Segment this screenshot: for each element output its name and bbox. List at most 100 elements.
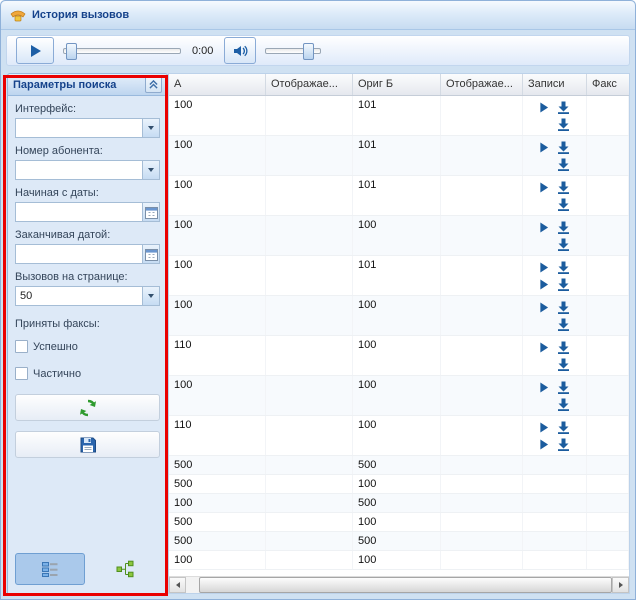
cell-a: 500 xyxy=(169,456,266,474)
download-recording-icon[interactable] xyxy=(557,301,570,314)
subscriber-number-input[interactable] xyxy=(15,160,142,180)
table-row[interactable]: 100101 xyxy=(169,256,629,296)
download-recording-icon[interactable] xyxy=(557,358,570,371)
cell-orig-b: 101 xyxy=(353,256,441,295)
download-recording-icon[interactable] xyxy=(557,261,570,274)
chevron-down-icon[interactable] xyxy=(142,118,160,138)
start-date-field[interactable] xyxy=(15,202,160,222)
download-recording-icon[interactable] xyxy=(557,381,570,394)
play-recording-icon[interactable] xyxy=(539,382,549,393)
download-recording-icon[interactable] xyxy=(557,198,570,211)
checkbox-success-label: Успешно xyxy=(33,341,78,353)
volume-button[interactable] xyxy=(224,37,256,64)
table-row[interactable]: 100100 xyxy=(169,296,629,336)
play-recording-icon[interactable] xyxy=(539,302,549,313)
save-button[interactable] xyxy=(15,431,160,458)
table-row[interactable]: 100100 xyxy=(169,216,629,256)
end-date-input[interactable] xyxy=(15,244,142,264)
call-history-window: История вызовов 0:00 Параметры поиск xyxy=(0,0,636,600)
interface-input[interactable] xyxy=(15,118,142,138)
cell-display-b xyxy=(441,475,523,493)
volume-slider[interactable] xyxy=(265,41,321,60)
column-header-display-b[interactable]: Отображае... xyxy=(441,74,523,95)
calendar-icon[interactable] xyxy=(142,244,160,264)
column-header-display-a[interactable]: Отображае... xyxy=(266,74,353,95)
download-recording-icon[interactable] xyxy=(557,101,570,114)
collapse-panel-button[interactable] xyxy=(145,76,162,93)
cell-orig-b: 100 xyxy=(353,296,441,335)
play-recording-icon[interactable] xyxy=(539,279,549,290)
download-recording-icon[interactable] xyxy=(557,438,570,451)
column-header-orig-b[interactable]: Ориг Б xyxy=(353,74,441,95)
table-row[interactable]: 100101 xyxy=(169,176,629,216)
interface-combobox[interactable] xyxy=(15,118,160,138)
horizontal-scrollbar[interactable] xyxy=(169,576,629,593)
download-recording-icon[interactable] xyxy=(557,221,570,234)
download-recording-icon[interactable] xyxy=(557,238,570,251)
chevron-down-icon[interactable] xyxy=(142,160,160,180)
download-recording-icon[interactable] xyxy=(557,398,570,411)
download-recording-icon[interactable] xyxy=(557,278,570,291)
scrollbar-thumb[interactable] xyxy=(199,577,612,593)
cell-a: 110 xyxy=(169,336,266,375)
play-recording-icon[interactable] xyxy=(539,262,549,273)
play-button[interactable] xyxy=(16,37,54,64)
playback-slider-handle[interactable] xyxy=(66,43,77,60)
cell-records xyxy=(523,376,587,415)
cell-fax xyxy=(587,336,629,375)
table-row[interactable]: 100500 xyxy=(169,494,629,513)
volume-slider-handle[interactable] xyxy=(303,43,314,60)
cell-display-a xyxy=(266,551,353,569)
column-header-fax[interactable]: Факс xyxy=(587,74,629,95)
end-date-field[interactable] xyxy=(15,244,160,264)
checkbox-box[interactable] xyxy=(15,340,28,353)
cell-display-a xyxy=(266,336,353,375)
calendar-icon[interactable] xyxy=(142,202,160,222)
tree-view-icon xyxy=(116,560,135,578)
download-recording-icon[interactable] xyxy=(557,341,570,354)
table-row[interactable]: 100101 xyxy=(169,136,629,176)
cell-records xyxy=(523,513,587,531)
refresh-button[interactable] xyxy=(15,394,160,421)
table-row[interactable]: 110100 xyxy=(169,416,629,456)
interface-label: Интерфейс: xyxy=(15,103,160,115)
play-recording-icon[interactable] xyxy=(539,342,549,353)
chevron-down-icon[interactable] xyxy=(142,286,160,306)
playback-slider[interactable] xyxy=(63,41,181,60)
table-row[interactable]: 500500 xyxy=(169,456,629,475)
tree-view-button[interactable] xyxy=(90,553,160,585)
play-recording-icon[interactable] xyxy=(539,102,549,113)
play-recording-icon[interactable] xyxy=(539,439,549,450)
scroll-right-button[interactable] xyxy=(612,577,629,593)
play-recording-icon[interactable] xyxy=(539,222,549,233)
table-row[interactable]: 100100 xyxy=(169,376,629,416)
checkbox-partial-label: Частично xyxy=(33,368,81,380)
table-row[interactable]: 110100 xyxy=(169,336,629,376)
checkbox-partial[interactable]: Частично xyxy=(15,367,160,380)
download-recording-icon[interactable] xyxy=(557,181,570,194)
download-recording-icon[interactable] xyxy=(557,318,570,331)
download-recording-icon[interactable] xyxy=(557,421,570,434)
checkbox-success[interactable]: Успешно xyxy=(15,340,160,353)
scroll-left-button[interactable] xyxy=(169,577,186,593)
start-date-input[interactable] xyxy=(15,202,142,222)
table-row[interactable]: 500100 xyxy=(169,513,629,532)
play-recording-icon[interactable] xyxy=(539,182,549,193)
table-row[interactable]: 500100 xyxy=(169,475,629,494)
calls-per-page-combobox[interactable] xyxy=(15,286,160,306)
list-view-button[interactable] xyxy=(15,553,85,585)
play-recording-icon[interactable] xyxy=(539,142,549,153)
column-header-a[interactable]: А xyxy=(169,74,266,95)
play-recording-icon[interactable] xyxy=(539,422,549,433)
column-header-records[interactable]: Записи xyxy=(523,74,587,95)
download-recording-icon[interactable] xyxy=(557,118,570,131)
checkbox-box[interactable] xyxy=(15,367,28,380)
playback-slider-track[interactable] xyxy=(63,48,181,54)
calls-per-page-input[interactable] xyxy=(15,286,142,306)
table-row[interactable]: 500500 xyxy=(169,532,629,551)
table-row[interactable]: 100100 xyxy=(169,551,629,570)
subscriber-number-combobox[interactable] xyxy=(15,160,160,180)
table-row[interactable]: 100101 xyxy=(169,96,629,136)
download-recording-icon[interactable] xyxy=(557,158,570,171)
download-recording-icon[interactable] xyxy=(557,141,570,154)
